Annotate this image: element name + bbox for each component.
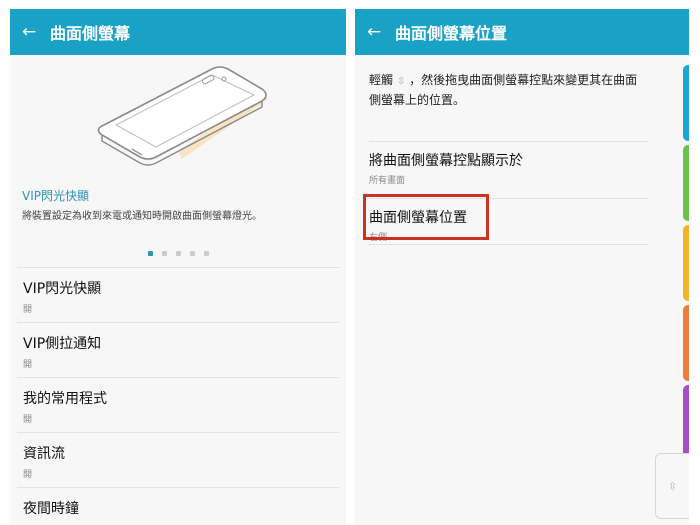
list-item-vip-flash[interactable]: VIP閃光快顯 開 xyxy=(17,267,339,322)
item-value: 所有畫面 xyxy=(369,176,406,186)
instruction-text-end: ，然後拖曳曲面側螢幕控點來變更其在曲面側螢幕上的位置。 xyxy=(369,73,638,107)
highlight-box xyxy=(363,194,489,240)
edge-tab-purple[interactable] xyxy=(683,385,689,461)
app-bar: ← 曲面側螢幕位置 xyxy=(355,9,689,55)
edge-panel-tabs xyxy=(683,65,689,465)
back-arrow-icon[interactable]: ← xyxy=(355,23,395,41)
item-label: 資訊流 xyxy=(23,446,65,462)
page-title: 曲面側螢幕位置 xyxy=(395,24,508,43)
divider xyxy=(369,244,649,245)
edge-tab-orange[interactable] xyxy=(683,305,689,381)
app-bar: ← 曲面側螢幕 xyxy=(10,9,346,55)
right-screen: ← 曲面側螢幕位置 輕觸 ⇳ ，然後拖曳曲面側螢幕控點來變更其在曲面側螢幕上的位… xyxy=(355,9,689,525)
left-screen: ← 曲面側螢幕 VIP閃光快顯 將裝置設定為收到來電或通知時開啟曲面側螢幕燈光。 xyxy=(10,9,346,525)
page-indicator xyxy=(10,251,346,263)
item-status: 開 xyxy=(23,305,33,315)
settings-list: VIP閃光快顯 開 VIP側拉通知 開 我的常用程式 開 資訊流 開 夜間時鐘 xyxy=(10,267,346,525)
list-item-info-stream[interactable]: 資訊流 開 xyxy=(17,432,339,487)
edge-tab-green[interactable] xyxy=(683,145,689,221)
page-dot[interactable] xyxy=(147,251,153,256)
edge-phone-icon xyxy=(97,66,268,166)
item-status: 開 xyxy=(23,470,33,480)
item-status: 開 xyxy=(23,415,33,425)
phone-illustration xyxy=(10,55,346,185)
item-label: 我的常用程式 xyxy=(23,391,107,407)
edge-tab-blue[interactable] xyxy=(683,65,689,141)
instruction-text: 輕觸 ⇳ ，然後拖曳曲面側螢幕控點來變更其在曲面側螢幕上的位置。 xyxy=(369,55,649,141)
page-dot[interactable] xyxy=(175,251,181,256)
item-label: VIP閃光快顯 xyxy=(23,281,102,297)
feature-description: 將裝置設定為收到來電或通知時開啟曲面側螢幕燈光。 xyxy=(22,211,262,222)
page-dot[interactable] xyxy=(189,251,195,256)
page-dot[interactable] xyxy=(203,251,209,256)
page-title: 曲面側螢幕 xyxy=(50,24,131,43)
back-arrow-icon[interactable]: ← xyxy=(10,23,50,41)
instruction-text-start: 輕觸 xyxy=(369,73,394,87)
handle-icon: ⇳ xyxy=(396,76,406,87)
page-dot[interactable] xyxy=(161,251,167,256)
feature-title: VIP閃光快顯 xyxy=(22,189,89,203)
list-item-night-clock[interactable]: 夜間時鐘 xyxy=(17,487,339,525)
edge-handle[interactable]: ⇳ xyxy=(655,453,689,519)
drag-handle-icon: ⇳ xyxy=(667,479,678,493)
item-label: 將曲面側螢幕控點顯示於 xyxy=(369,153,523,169)
list-item-show-handle-on[interactable]: 將曲面側螢幕控點顯示於 所有畫面 xyxy=(369,141,649,198)
list-item-vip-peek[interactable]: VIP側拉通知 開 xyxy=(17,322,339,377)
list-item-favorite-apps[interactable]: 我的常用程式 開 xyxy=(17,377,339,432)
edge-tab-yellow[interactable] xyxy=(683,225,689,301)
item-status: 開 xyxy=(23,360,33,370)
item-label: 夜間時鐘 xyxy=(23,501,79,517)
item-label: VIP側拉通知 xyxy=(23,336,102,352)
